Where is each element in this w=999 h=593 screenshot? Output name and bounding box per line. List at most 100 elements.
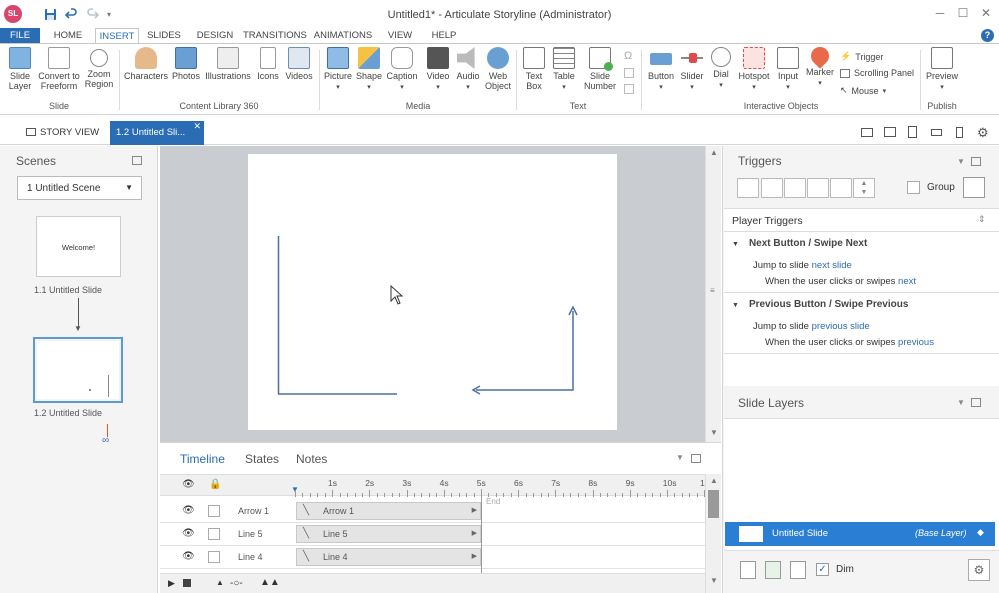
table-button[interactable]: Table ▾ xyxy=(549,47,579,93)
tablet-landscape-icon[interactable] xyxy=(884,127,896,137)
panel-menu-icon[interactable]: ▼ xyxy=(957,398,965,407)
maximize-icon[interactable]: ☐ xyxy=(951,6,975,22)
convert-freeform-button[interactable]: Convert to Freeform xyxy=(36,47,82,91)
panel-restore-icon[interactable] xyxy=(691,454,701,463)
icons-button[interactable]: Icons xyxy=(254,47,282,81)
characters-button[interactable]: Characters xyxy=(123,47,169,81)
tab-slides[interactable]: SLIDES xyxy=(144,28,184,44)
trigger-link[interactable]: previous xyxy=(898,337,934,348)
tab-insert[interactable]: INSERT xyxy=(95,28,139,44)
trigger-action[interactable]: Jump to slide next slide xyxy=(753,260,852,271)
slide-tab[interactable]: 1.2 Untitled Sli... ✕ xyxy=(110,121,204,145)
lock-checkbox[interactable] xyxy=(208,505,220,517)
trigger-link[interactable]: previous slide xyxy=(812,321,870,332)
base-layer-row[interactable]: Untitled Slide (Base Layer) ◆ xyxy=(725,522,995,546)
panel-menu-icon[interactable]: ▼ xyxy=(676,453,684,462)
slide-number-button[interactable]: Slide Number xyxy=(580,47,620,91)
trigger-condition[interactable]: When the user clicks or swipes previous xyxy=(765,337,934,348)
tab-design[interactable]: DESIGN xyxy=(194,28,236,44)
web-object-button[interactable]: Web Object xyxy=(483,47,513,91)
zoom-slider[interactable]: -○- xyxy=(230,578,243,589)
help-icon[interactable]: ? xyxy=(981,29,994,42)
scroll-grip-icon[interactable]: ≡ xyxy=(710,286,715,295)
minimize-icon[interactable]: ─ xyxy=(928,6,952,22)
timeline-row[interactable]: 👁 Line 4 ╲ Line 4 ▶ xyxy=(160,546,705,569)
story-view-tab[interactable]: STORY VIEW xyxy=(20,121,102,145)
edit-trigger-icon[interactable] xyxy=(761,178,783,198)
scroll-thumb[interactable] xyxy=(708,490,719,518)
caption-button[interactable]: Caption ▾ xyxy=(384,47,420,93)
eye-icon[interactable]: 👁 xyxy=(182,528,195,539)
eye-icon[interactable]: ◆ xyxy=(977,527,984,538)
input-button[interactable]: Input ▾ xyxy=(773,47,803,93)
trigger-section-header[interactable]: ▼ Next Button / Swipe Next xyxy=(732,238,867,249)
collapse-icon[interactable]: ⇕ xyxy=(978,214,986,225)
tab-states[interactable]: States xyxy=(245,452,279,466)
panel-restore-icon[interactable] xyxy=(971,398,981,407)
panel-restore-icon[interactable] xyxy=(971,157,981,166)
phone-portrait-icon[interactable] xyxy=(956,127,963,138)
hotspot-button[interactable]: Hotspot ▾ xyxy=(736,47,772,93)
zoom-out-icon[interactable]: ▲ xyxy=(216,578,224,587)
timeline-row[interactable]: 👁 Arrow 1 ╲ Arrow 1 ▶ xyxy=(160,500,705,523)
move-trigger-icon[interactable]: ▲ ▼ xyxy=(853,178,875,198)
variables-icon[interactable] xyxy=(963,177,985,198)
dial-button[interactable]: Dial ▾ xyxy=(708,47,734,91)
scene-dropdown[interactable]: 1 Untitled Scene ▼ xyxy=(17,176,142,200)
tab-notes[interactable]: Notes xyxy=(296,452,327,466)
video-button[interactable]: Video ▾ xyxy=(423,47,453,93)
trigger-section-header[interactable]: ▼ Previous Button / Swipe Previous xyxy=(732,299,908,310)
tab-view[interactable]: VIEW xyxy=(384,28,416,44)
trigger-action[interactable]: Jump to slide previous slide xyxy=(753,321,870,332)
timeline-row[interactable]: 👁 Line 5 ╲ Line 5 ▶ xyxy=(160,523,705,546)
photos-button[interactable]: Photos xyxy=(170,47,202,81)
mouse-button[interactable]: ↖ Mouse ▾ xyxy=(840,85,886,96)
close-icon[interactable]: ✕ xyxy=(974,6,998,22)
scroll-up-icon[interactable]: ▲ xyxy=(710,476,718,485)
scrolling-panel-button[interactable]: Scrolling Panel xyxy=(840,68,914,78)
trigger-condition[interactable]: When the user clicks or swipes next xyxy=(765,276,916,287)
duplicate-layer-icon[interactable] xyxy=(765,561,781,579)
audio-button[interactable]: Audio ▾ xyxy=(453,47,483,93)
trigger-link[interactable]: next slide xyxy=(812,260,852,271)
stop-icon[interactable] xyxy=(183,579,191,587)
illustrations-button[interactable]: Illustrations xyxy=(203,47,253,81)
zoom-in-icon[interactable]: ▲▲ xyxy=(260,577,280,588)
videos-button[interactable]: Videos xyxy=(283,47,315,81)
delete-trigger-icon[interactable] xyxy=(830,178,852,198)
desktop-preview-icon[interactable] xyxy=(861,128,873,137)
slide-layer-button[interactable]: Slide Layer xyxy=(4,47,36,91)
lock-checkbox[interactable] xyxy=(208,551,220,563)
tablet-portrait-icon[interactable] xyxy=(908,126,917,138)
tab-animations[interactable]: ANIMATIONS xyxy=(312,28,374,44)
timeline-bar[interactable]: ╲ Line 5 ▶ xyxy=(296,525,481,543)
button-button[interactable]: Button ▾ xyxy=(645,47,677,93)
slide-thumbnail[interactable]: Welcome! xyxy=(36,216,121,277)
panel-restore-icon[interactable] xyxy=(132,156,142,165)
new-layer-icon[interactable] xyxy=(740,561,756,579)
eye-icon[interactable]: 👁 xyxy=(182,505,195,516)
symbol-icon[interactable]: Ω xyxy=(624,50,632,62)
gear-icon[interactable]: ⚙ xyxy=(968,559,990,581)
shape-button[interactable]: Shape ▾ xyxy=(354,47,384,93)
timeline-vertical-scrollbar[interactable]: ▲ ▼ xyxy=(705,474,721,593)
timeline-bar[interactable]: ╲ Line 4 ▶ xyxy=(296,548,481,566)
timeline-bar[interactable]: ╲ Arrow 1 ▶ xyxy=(296,502,481,520)
eye-icon[interactable]: 👁 xyxy=(182,479,195,490)
slide-thumbnail-selected[interactable] xyxy=(33,337,123,403)
text-box-button[interactable]: Text Box xyxy=(519,47,549,91)
tab-file[interactable]: FILE xyxy=(0,28,40,44)
eye-icon[interactable]: 👁 xyxy=(182,551,195,562)
new-trigger-icon[interactable] xyxy=(737,178,759,198)
tab-help[interactable]: HELP xyxy=(428,28,460,44)
variable-icon[interactable] xyxy=(624,84,634,94)
scroll-down-icon[interactable]: ▼ xyxy=(710,576,718,585)
phone-landscape-icon[interactable] xyxy=(931,129,942,136)
group-checkbox[interactable] xyxy=(907,181,920,194)
lock-checkbox[interactable] xyxy=(208,528,220,540)
scroll-up-icon[interactable]: ▲ xyxy=(710,148,718,157)
slide-stage[interactable] xyxy=(248,154,617,430)
zoom-region-button[interactable]: Zoom Region xyxy=(82,47,116,89)
picture-button[interactable]: Picture ▾ xyxy=(322,47,354,93)
tab-transitions[interactable]: TRANSITIONS xyxy=(243,28,307,44)
